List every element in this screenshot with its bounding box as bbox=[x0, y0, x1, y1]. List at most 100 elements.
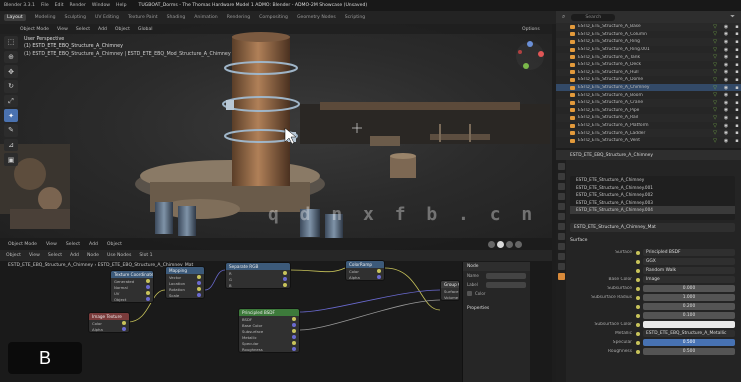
filter-icon[interactable]: ▽ bbox=[711, 123, 719, 129]
navigation-gizmo[interactable] bbox=[516, 41, 544, 70]
socket-icon[interactable] bbox=[292, 335, 296, 339]
filter-icon[interactable]: ▽ bbox=[711, 85, 719, 91]
workspace-tab-animation[interactable]: Animation bbox=[194, 15, 217, 20]
property-value[interactable]: Principled BSDF bbox=[643, 249, 735, 256]
scene-tab-icon[interactable] bbox=[557, 193, 565, 200]
outliner-search-input[interactable]: Search bbox=[571, 13, 616, 21]
socket-icon[interactable] bbox=[283, 277, 287, 281]
property-value[interactable]: GGX bbox=[643, 258, 735, 265]
rotate-icon[interactable]: ↻ bbox=[4, 80, 18, 93]
socket-icon[interactable] bbox=[636, 250, 640, 255]
menu-render[interactable]: Render bbox=[70, 3, 86, 8]
property-value[interactable]: 0.000 bbox=[643, 285, 735, 292]
property-value[interactable] bbox=[643, 321, 735, 328]
camera-icon[interactable]: ▪ bbox=[733, 123, 741, 129]
property-value[interactable]: Image bbox=[643, 276, 735, 283]
socket-icon[interactable] bbox=[636, 340, 640, 345]
socket-icon[interactable] bbox=[636, 349, 640, 354]
data-tab-icon[interactable] bbox=[557, 263, 565, 270]
menu-window[interactable]: Window bbox=[92, 3, 110, 8]
socket-icon[interactable] bbox=[197, 275, 201, 279]
menu-help[interactable]: Help bbox=[116, 3, 126, 8]
outliner-item[interactable]: ESTD_ETE_Structure_A_Base ▽ ◉ ▪ bbox=[556, 23, 741, 31]
socket-icon[interactable] bbox=[636, 277, 640, 282]
workspace-tab-compositing[interactable]: Compositing bbox=[259, 15, 288, 20]
outliner-item[interactable]: ESTD_ETE_Structure_A_Deck ▽ ◉ ▪ bbox=[556, 61, 741, 69]
outliner-item[interactable]: ESTD_ETE_Structure_A_Tank ▽ ◉ ▪ bbox=[556, 53, 741, 61]
shader-node[interactable]: Principled BSDF BSDF Base Color Subsurface M… bbox=[238, 308, 300, 353]
socket-icon[interactable] bbox=[377, 269, 381, 273]
filter-icon[interactable]: ▽ bbox=[711, 138, 719, 144]
wireframe-shading-icon[interactable] bbox=[488, 240, 495, 248]
camera-icon[interactable]: ▪ bbox=[733, 138, 741, 144]
eye-icon[interactable]: ◉ bbox=[722, 107, 730, 113]
socket-icon[interactable] bbox=[146, 279, 150, 283]
output-tab-icon[interactable] bbox=[557, 183, 565, 190]
eye-icon[interactable]: ◉ bbox=[722, 69, 730, 75]
measure-icon[interactable]: ⊿ bbox=[4, 138, 18, 152]
socket-icon[interactable] bbox=[636, 295, 640, 300]
eye-icon[interactable]: ◉ bbox=[722, 31, 730, 37]
material-slot-item[interactable]: ESTD_ETE_Structure_A_Chimney bbox=[570, 176, 735, 184]
eye-icon[interactable]: ◉ bbox=[722, 54, 730, 60]
camera-icon[interactable]: ▪ bbox=[733, 115, 741, 121]
socket-icon[interactable] bbox=[292, 317, 296, 321]
material-shading-icon[interactable] bbox=[506, 240, 513, 248]
socket-icon[interactable] bbox=[283, 283, 287, 287]
eye-icon[interactable]: ◉ bbox=[722, 130, 730, 136]
eye-icon[interactable]: ◉ bbox=[722, 85, 730, 91]
filter-icon[interactable]: ▽ bbox=[711, 47, 719, 53]
surface-section-header[interactable]: Surface bbox=[570, 238, 588, 243]
property-value[interactable]: Random Walk bbox=[643, 267, 735, 274]
eye-icon[interactable]: ◉ bbox=[722, 92, 730, 98]
menu-file[interactable]: File bbox=[41, 3, 49, 8]
filter-icon[interactable]: ⏷ bbox=[730, 13, 735, 21]
socket-icon[interactable] bbox=[636, 268, 640, 273]
socket-icon[interactable] bbox=[292, 347, 296, 351]
tool-tab-icon[interactable] bbox=[557, 163, 565, 170]
camera-icon[interactable]: ▪ bbox=[733, 31, 741, 37]
outliner-item[interactable]: ESTD_ETE_Structure_A_Ladder ▽ ◉ ▪ bbox=[556, 129, 741, 137]
move-icon[interactable]: ✥ bbox=[4, 65, 18, 79]
socket-icon[interactable] bbox=[292, 329, 296, 333]
filter-icon[interactable]: ▽ bbox=[711, 69, 719, 75]
workspace-tab-layout[interactable]: Layout bbox=[4, 14, 26, 21]
material-slot-item[interactable]: ESTD_ETE_Structure_A_Chimney.002 bbox=[570, 191, 735, 199]
filter-icon[interactable]: ▽ bbox=[711, 62, 719, 68]
object-tab-icon[interactable] bbox=[557, 213, 565, 220]
material-slot-item[interactable]: ESTD_ETE_Structure_A_Chimney.004 bbox=[570, 206, 735, 214]
outliner-item[interactable]: ESTD_ETE_Structure_A_Ring.001 ▽ ◉ ▪ bbox=[556, 46, 741, 54]
workspace-tab-shading[interactable]: Shading bbox=[167, 15, 186, 20]
material-slot-item[interactable]: ESTD_ETE_Structure_A_Chimney.003 bbox=[570, 199, 735, 207]
socket-icon[interactable] bbox=[636, 286, 640, 291]
annotate-icon[interactable]: ✎ bbox=[4, 124, 18, 137]
property-value[interactable]: 1.000 bbox=[643, 294, 735, 301]
particles-tab-icon[interactable] bbox=[557, 233, 565, 240]
workspace-tab-texture-paint[interactable]: Texture Paint bbox=[128, 15, 158, 20]
material-tab-icon[interactable] bbox=[557, 273, 565, 280]
transform-icon[interactable]: ✦ bbox=[4, 109, 18, 123]
filter-icon[interactable]: ▽ bbox=[711, 24, 719, 30]
workspace-tab-scripting[interactable]: Scripting bbox=[345, 15, 365, 20]
footer-view[interactable]: View bbox=[46, 242, 57, 247]
shader-node[interactable]: Mapping Vector Location Rotation Scale bbox=[165, 266, 205, 299]
camera-icon[interactable]: ▪ bbox=[733, 62, 741, 68]
property-value[interactable]: 0.500 bbox=[643, 339, 735, 346]
shader-node[interactable]: Group OutputSurfaceVolume bbox=[440, 280, 460, 301]
socket-icon[interactable] bbox=[636, 331, 640, 336]
socket-icon[interactable] bbox=[636, 304, 640, 309]
camera-icon[interactable]: ▪ bbox=[733, 130, 741, 136]
socket-icon[interactable] bbox=[292, 323, 296, 327]
outliner-item[interactable]: ESTD_ETE_Structure_A_Platform ▽ ◉ ▪ bbox=[556, 122, 741, 130]
socket-icon[interactable] bbox=[636, 313, 640, 318]
workspace-tab-sculpting[interactable]: Sculpting bbox=[65, 15, 86, 20]
footer-object[interactable]: Object bbox=[107, 242, 122, 247]
scale-icon[interactable]: ⤢ bbox=[4, 94, 18, 108]
solid-shading-icon[interactable] bbox=[497, 240, 504, 248]
eye-icon[interactable]: ◉ bbox=[722, 62, 730, 68]
outliner-item[interactable]: ESTD_ETE_Structure_A_Ring ▽ ◉ ▪ bbox=[556, 38, 741, 46]
socket-icon[interactable] bbox=[283, 271, 287, 275]
camera-icon[interactable]: ▪ bbox=[733, 54, 741, 60]
eye-icon[interactable]: ◉ bbox=[722, 123, 730, 129]
socket-icon[interactable] bbox=[197, 281, 201, 285]
